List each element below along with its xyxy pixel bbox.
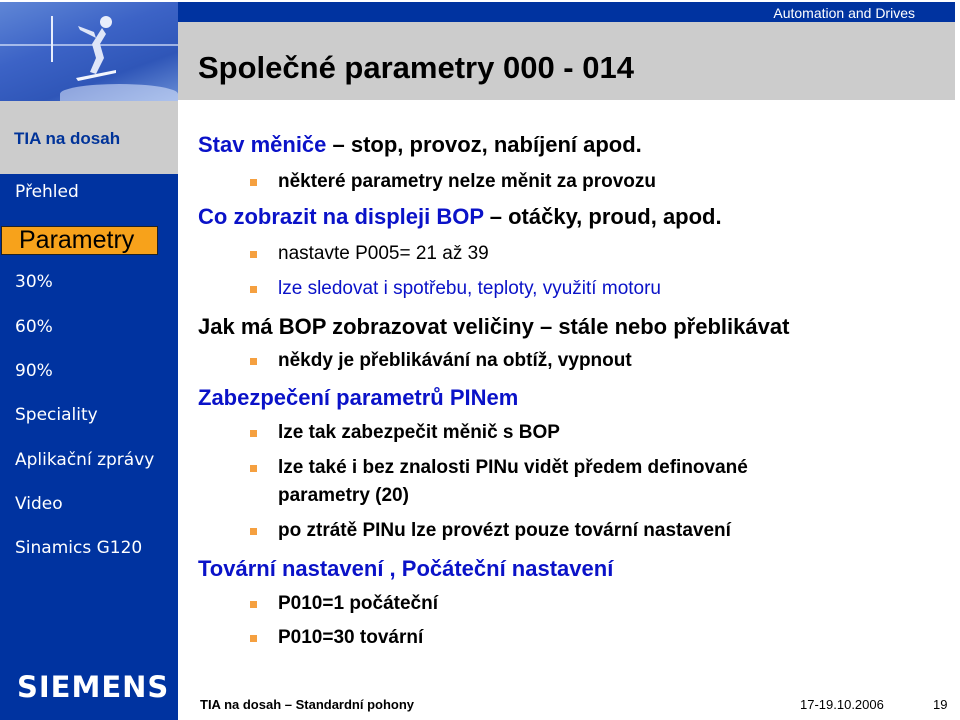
bullet-text: lze také i bez znalosti PINu vidět přede…	[278, 457, 748, 478]
sidebar-item-speciality[interactable]: Speciality	[15, 405, 98, 425]
sidebar-item-video[interactable]: Video	[15, 494, 63, 514]
section-jak-ma-bop: Jak má BOP zobrazovat veličiny – stále n…	[198, 314, 789, 340]
sidebar-header: TIA na dosah	[0, 101, 178, 174]
bullet-text: někdy je přeblikávání na obtíž, vypnout	[278, 350, 632, 371]
section-co-zobrazit: Co zobrazit na displeji BOP – otáčky, pr…	[198, 204, 722, 230]
section-heading: Zabezpečení parametrů PINem	[198, 385, 519, 410]
bullet-text: lze tak zabezpečit měnič s BOP	[278, 422, 560, 443]
sidebar-item-prehled[interactable]: Přehled	[15, 182, 79, 202]
bullet-item: po ztrátě PINu lze provézt pouze tovární…	[250, 520, 731, 542]
footer-date: 17-19.10.2006	[800, 697, 884, 712]
section-heading: Tovární nastavení , Počáteční nastavení	[198, 556, 614, 581]
bullet-item: P010=1 počáteční	[250, 593, 439, 615]
bullet-item: lze tak zabezpečit měnič s BOP	[250, 422, 560, 444]
sidebar-item-sinamics-g120[interactable]: Sinamics G120	[15, 538, 142, 558]
bullet-icon	[250, 601, 257, 608]
bullet-item: některé parametry nelze měnit za provozu	[250, 171, 657, 193]
bullet-icon	[250, 528, 257, 535]
bullet-text: po ztrátě PINu lze provézt pouze tovární…	[278, 520, 731, 541]
page-number: 19	[933, 697, 948, 712]
division-label: Automation and Drives	[773, 5, 915, 21]
sidebar-item-60[interactable]: 60%	[15, 317, 53, 337]
sidebar-nav: Přehled Parametry 30% 60% 90% Speciality…	[0, 174, 178, 720]
bullet-item: lze také i bez znalosti PINu vidět přede…	[250, 457, 748, 479]
bullet-icon	[250, 430, 257, 437]
bullet-icon	[250, 251, 257, 258]
bullet-item: nastavte P005= 21 až 39	[250, 243, 489, 265]
photo-pole	[51, 16, 53, 62]
section-stav-menice: Stav měniče – stop, provoz, nabíjení apo…	[198, 132, 642, 158]
bullet-item-continuation: parametry (20)	[278, 485, 409, 507]
section-tovarni-nastaveni: Tovární nastavení , Počáteční nastavení	[198, 556, 613, 582]
footer-title: TIA na dosah – Standardní pohony	[200, 697, 415, 712]
bullet-icon	[250, 179, 257, 186]
sidebar-item-30[interactable]: 30%	[15, 272, 53, 292]
bullet-icon	[250, 358, 257, 365]
bullet-item: P010=30 tovární	[250, 627, 424, 649]
section-zabezpeceni: Zabezpečení parametrů PINem	[198, 385, 518, 411]
bullet-icon	[250, 286, 257, 293]
sidebar-item-90[interactable]: 90%	[15, 361, 53, 381]
photo-snow	[60, 84, 178, 101]
skier-figure-icon	[76, 16, 116, 81]
bullet-item: někdy je přeblikávání na obtíž, vypnout	[250, 350, 632, 372]
bullet-text: lze sledovat i spotřebu, teploty, využit…	[278, 278, 661, 299]
siemens-logo: SIEMENS	[17, 670, 170, 704]
bullet-icon	[250, 635, 257, 642]
section-text: Jak má BOP zobrazovat veličiny – stále n…	[198, 314, 790, 339]
sidebar-item-parametry[interactable]: Parametry	[1, 226, 158, 255]
header-photo	[0, 2, 178, 101]
section-heading: Stav měniče	[198, 132, 327, 157]
bullet-text: parametry (20)	[278, 485, 409, 506]
bullet-icon	[250, 465, 257, 472]
sidebar-home-link[interactable]: TIA na dosah	[14, 129, 120, 149]
title-bar: Společné parametry 000 - 014	[178, 22, 955, 100]
section-text: – stop, provoz, nabíjení apod.	[326, 132, 642, 157]
section-heading: Co zobrazit na displeji BOP	[198, 204, 484, 229]
bullet-text: některé parametry nelze měnit za provozu	[278, 171, 657, 192]
bullet-text: nastavte P005= 21 až 39	[278, 243, 489, 264]
top-bar: Automation and Drives	[178, 2, 955, 22]
section-text: – otáčky, proud, apod.	[483, 204, 722, 229]
slide-title: Společné parametry 000 - 014	[198, 50, 634, 85]
bullet-item: lze sledovat i spotřebu, teploty, využit…	[250, 278, 661, 300]
bullet-text: P010=30 tovární	[278, 627, 424, 648]
sidebar-item-aplikacni-zpravy[interactable]: Aplikační zprávy	[15, 450, 154, 470]
bullet-text: P010=1 počáteční	[278, 593, 439, 614]
